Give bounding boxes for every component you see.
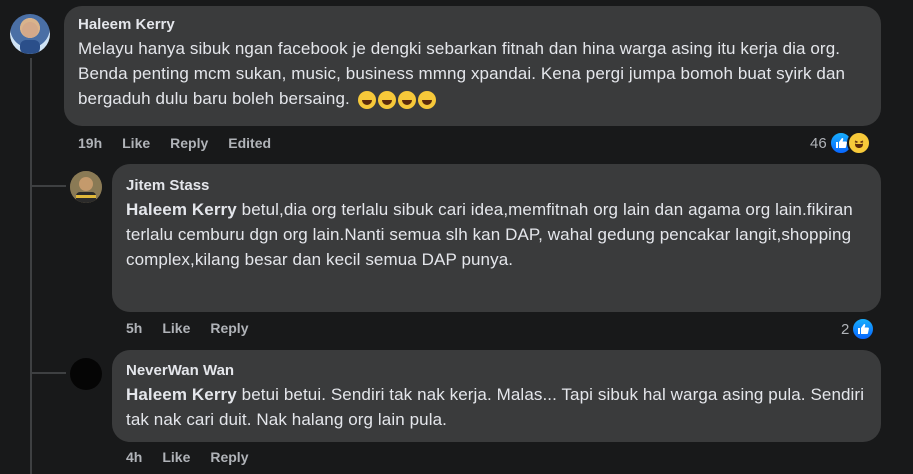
laughing-emoji-icon (397, 90, 416, 109)
mention-link[interactable]: Haleem Kerry (126, 385, 237, 404)
like-icon (851, 317, 876, 341)
avatar[interactable] (10, 14, 50, 54)
timestamp[interactable]: 5h (126, 320, 142, 336)
reply-button[interactable]: Reply (210, 320, 248, 336)
comment-bubble: Jitem Stass Haleem Kerry betul,dia org t… (112, 164, 881, 312)
reaction-count: 46 (810, 134, 827, 152)
reaction-summary[interactable]: 46 (810, 131, 871, 155)
laughing-emoji-icon (417, 90, 436, 109)
person-icon (20, 22, 40, 54)
edited-label: Edited (228, 135, 272, 151)
avatar[interactable] (70, 358, 102, 390)
laughing-emoji-icon (377, 90, 396, 109)
comment-author[interactable]: Haleem Kerry (78, 16, 867, 33)
thread-branch (30, 185, 66, 187)
timestamp[interactable]: 19h (78, 135, 102, 151)
comment-text: Melayu hanya sibuk ngan facebook je deng… (78, 39, 846, 108)
comment-actions: 19h Like Reply Edited (78, 135, 271, 151)
like-button[interactable]: Like (122, 135, 150, 151)
laughing-emoji-icon (357, 90, 376, 109)
comment-bubble: Haleem Kerry Melayu hanya sibuk ngan fac… (64, 6, 881, 126)
comment-actions: 4h Like Reply (126, 449, 248, 465)
comment-author[interactable]: NeverWan Wan (126, 362, 867, 379)
comment-text: betui betui. Sendiri tak nak kerja. Mala… (126, 385, 865, 429)
mention-link[interactable]: Haleem Kerry (126, 200, 237, 219)
reply-button[interactable]: Reply (210, 449, 248, 465)
thread-branch (30, 372, 66, 374)
person-icon (70, 171, 102, 203)
haha-icon (846, 131, 871, 155)
laughing-emoji-icons (357, 90, 436, 109)
thread-line (30, 58, 32, 474)
comment-body: Melayu hanya sibuk ngan facebook je deng… (78, 36, 867, 111)
comment-body: Haleem Kerry betui betui. Sendiri tak na… (126, 382, 867, 432)
reply-button[interactable]: Reply (170, 135, 208, 151)
reaction-count: 2 (841, 320, 850, 338)
comment-actions: 5h Like Reply (126, 320, 248, 336)
comment-author[interactable]: Jitem Stass (126, 177, 867, 194)
like-button[interactable]: Like (162, 320, 190, 336)
reaction-summary[interactable]: 2 (841, 317, 876, 341)
comment-bubble: NeverWan Wan Haleem Kerry betui betui. S… (112, 350, 881, 442)
like-button[interactable]: Like (162, 449, 190, 465)
timestamp[interactable]: 4h (126, 449, 142, 465)
comment-body: Haleem Kerry betul,dia org terlalu sibuk… (126, 197, 867, 272)
avatar[interactable] (70, 171, 102, 203)
